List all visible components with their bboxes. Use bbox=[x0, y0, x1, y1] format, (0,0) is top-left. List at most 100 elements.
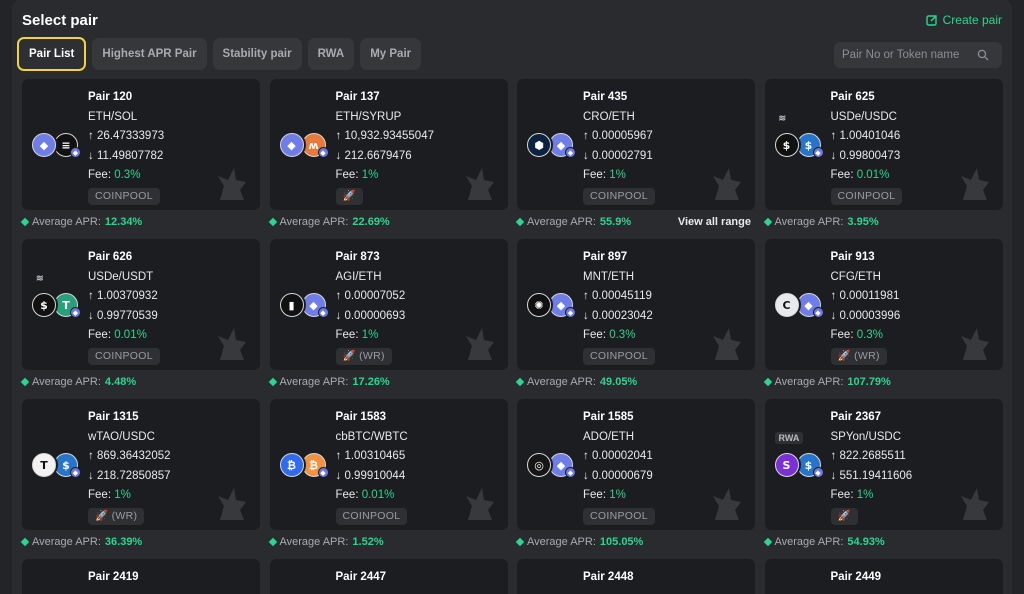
pair-name: Pair 1583 bbox=[335, 411, 387, 423]
tab-rwa[interactable]: RWA bbox=[307, 38, 355, 70]
apr-diamond-icon bbox=[515, 217, 525, 227]
price-down: ↓ 0.99770539 bbox=[88, 307, 160, 327]
pair-card[interactable]: ◆ ≡ ◆ Pair 120 ETH/SOL ↑ 26.47333973 ↓ 11.4980… bbox=[22, 79, 260, 210]
tab-my-pair[interactable]: My Pair bbox=[360, 38, 422, 70]
pair-card[interactable]: ≋ $ T ◆ Pair 626 USDe/USDT ↑ 1.00370932 ↓ 0.997… bbox=[22, 239, 260, 370]
apr-diamond-icon bbox=[268, 377, 277, 387]
pair-card[interactable]: ⬢ ◆ ◆ Pair 435 CRO/ETH ↑ 0.00005967 ↓ 0.000027… bbox=[517, 79, 755, 210]
pair-card[interactable]: ₿ ₿ ◆ Pair 1583 cbBTC/WBTC ↑ 1.00310465 ↓ 0.99… bbox=[269, 399, 508, 530]
fee-label: Fee: bbox=[335, 489, 359, 501]
spyon-icon: S bbox=[774, 453, 799, 477]
pair-card[interactable]: Pair 2449 bbox=[764, 559, 1003, 594]
price-down: ↓ 0.99800473 bbox=[831, 147, 903, 167]
pair-card[interactable]: ▮ ◆ ◆ Pair 873 AGI/ETH ↑ 0.00007052 ↓ 0.000006… bbox=[269, 239, 508, 370]
chain-eth-icon: ◆ bbox=[565, 147, 576, 158]
pair-info: Pair 897 MNT/ETH ↑ 0.00045119 ↓ 0.00023042 F… bbox=[583, 248, 655, 366]
arrow-up-icon: ↑ bbox=[335, 450, 342, 462]
fee-row: Fee: 1% bbox=[583, 486, 655, 506]
chain-eth-icon: ◆ bbox=[812, 147, 824, 158]
pair-info: Pair 2367 SPYon/USDC ↑ 822.2685511 ↓ 551.19… bbox=[830, 408, 913, 526]
apr-value: 3.95% bbox=[847, 216, 879, 228]
apr-value: 36.39% bbox=[104, 536, 143, 548]
apr-label: Average APR: bbox=[774, 216, 844, 228]
apr-label: Average APR: bbox=[279, 216, 349, 228]
fee-row: Fee: 1% bbox=[831, 486, 913, 506]
fee-value: 1% bbox=[609, 489, 626, 501]
apr-diamond-icon bbox=[515, 377, 525, 387]
price-down-value: 212.6679476 bbox=[344, 149, 412, 162]
price-down-value: 0.99910044 bbox=[344, 469, 406, 482]
pair-card[interactable]: RWA S $ ◆ Pair 2367 SPYon/USDC ↑ 822.2685511 ↓ … bbox=[764, 399, 1003, 530]
pair-cell: ▮ ◆ ◆ Pair 873 AGI/ETH ↑ 0.00007052 ↓ 0.000006… bbox=[268, 239, 508, 399]
unicorn-watermark-icon bbox=[960, 168, 989, 200]
tab-pair-list[interactable]: Pair List bbox=[17, 37, 87, 71]
apr-label: Average APR: bbox=[32, 536, 101, 548]
arrow-down-icon: ↓ bbox=[830, 149, 837, 162]
pool-badge: 🚀 (WR) bbox=[830, 347, 887, 365]
pool-badge: 🚀 bbox=[830, 507, 858, 525]
pair-card[interactable]: ✺ ◆ ◆ Pair 897 MNT/ETH ↑ 0.00045119 ↓ 0.000230… bbox=[517, 239, 755, 370]
pair-name: Pair 625 bbox=[830, 91, 875, 103]
arrow-down-icon: ↓ bbox=[830, 469, 837, 482]
pair-name: Pair 1315 bbox=[88, 411, 139, 423]
pair-card[interactable]: ◎ ◆ ◆ Pair 1585 ADO/ETH ↑ 0.00002041 ↓ 0.00000… bbox=[517, 399, 755, 530]
price-up-value: 869.36432052 bbox=[96, 450, 171, 462]
pair-card[interactable]: T $ ◆ Pair 1315 wTAO/USDC ↑ 869.36432052 ↓ 218… bbox=[22, 399, 260, 530]
pair-card[interactable]: Pair 2448 bbox=[517, 559, 755, 594]
fee-value: 0.3% bbox=[609, 329, 636, 341]
apr-diamond-icon bbox=[515, 537, 525, 547]
arrow-up-icon: ↑ bbox=[583, 130, 589, 142]
pair-name: Pair 2447 bbox=[335, 571, 387, 583]
pair-card[interactable]: C ◆ ◆ Pair 913 CFG/ETH ↑ 0.00011981 ↓ 0.000039… bbox=[764, 239, 1003, 370]
view-all-range-link[interactable]: View all range bbox=[678, 216, 751, 228]
arrow-down-icon: ↓ bbox=[88, 469, 94, 482]
unicorn-watermark-icon bbox=[465, 168, 494, 200]
chain-eth-icon: ◆ bbox=[70, 147, 81, 158]
fee-value: 0.01% bbox=[114, 329, 147, 341]
token-icons: ◆ ≡ ◆ bbox=[32, 131, 82, 161]
tab-stability[interactable]: Stability pair bbox=[212, 38, 302, 70]
apr-diamond-icon bbox=[268, 537, 277, 547]
search-icon[interactable] bbox=[977, 49, 989, 61]
arrow-down-icon: ↓ bbox=[88, 149, 94, 162]
eth-icon: ◆ bbox=[279, 133, 304, 157]
arrow-up-icon: ↑ bbox=[583, 290, 589, 302]
apr-diamond-icon bbox=[20, 537, 30, 547]
tab-highest-apr[interactable]: Highest APR Pair bbox=[92, 38, 207, 70]
fee-row: Fee: 1% bbox=[583, 166, 655, 186]
unicorn-watermark-icon bbox=[713, 488, 741, 520]
arrow-down-icon: ↓ bbox=[88, 309, 94, 322]
average-apr: Average APR: 36.39% bbox=[20, 536, 260, 548]
token-icons: S $ ◆ bbox=[774, 451, 825, 481]
pair-info: Pair 435 CRO/ETH ↑ 0.00005967 ↓ 0.00002791 F… bbox=[583, 88, 655, 206]
pair-info: Pair 626 USDe/USDT ↑ 1.00370932 ↓ 0.9977053… bbox=[88, 248, 160, 366]
chain-eth-icon: ◆ bbox=[565, 307, 576, 318]
pair-card[interactable]: ◆ ʍ ◆ Pair 137 ETH/SYRUP ↑ 10,932.93455047 ↓ 2… bbox=[269, 79, 508, 210]
price-up-value: 1.00310465 bbox=[344, 450, 406, 462]
arrow-up-icon: ↑ bbox=[830, 290, 837, 302]
pool-badge: COINPOOL bbox=[335, 507, 408, 525]
pool-badge: COINPOOL bbox=[583, 347, 655, 365]
token-icons: ▮ ◆ ◆ bbox=[279, 291, 330, 321]
pair-tokens: MNT/ETH bbox=[583, 270, 635, 283]
pair-card[interactable]: ≋ $ $ ◆ Pair 625 USDe/USDC ↑ 1.00401046 ↓ 0.998… bbox=[764, 79, 1003, 210]
apr-value: 105.05% bbox=[599, 536, 644, 548]
arrow-up-icon: ↑ bbox=[335, 290, 342, 302]
pair-name: Pair 137 bbox=[335, 91, 380, 103]
pair-cell: Pair 2449 bbox=[764, 559, 1003, 594]
price-up-value: 0.00002041 bbox=[591, 450, 653, 462]
pair-cell: Pair 2448 bbox=[517, 559, 755, 594]
search-input[interactable] bbox=[842, 49, 977, 61]
create-pair-button[interactable]: Create pair bbox=[925, 13, 1002, 27]
pair-card[interactable]: Pair 2447 bbox=[269, 559, 508, 594]
arrow-up-icon: ↑ bbox=[830, 130, 837, 142]
page-title: Select pair bbox=[22, 12, 98, 29]
fee-label: Fee: bbox=[583, 489, 607, 501]
pair-card[interactable]: Pair 2419 bbox=[22, 559, 260, 594]
pair-info: Pair 2419 bbox=[88, 568, 139, 588]
apr-diamond-icon bbox=[20, 217, 30, 227]
pair-tokens: CRO/ETH bbox=[583, 110, 635, 123]
fee-row: Fee: 0.01% bbox=[88, 326, 160, 346]
price-up: ↑ 822.2685511 bbox=[831, 447, 913, 467]
chain-eth-icon: ◆ bbox=[317, 307, 329, 318]
